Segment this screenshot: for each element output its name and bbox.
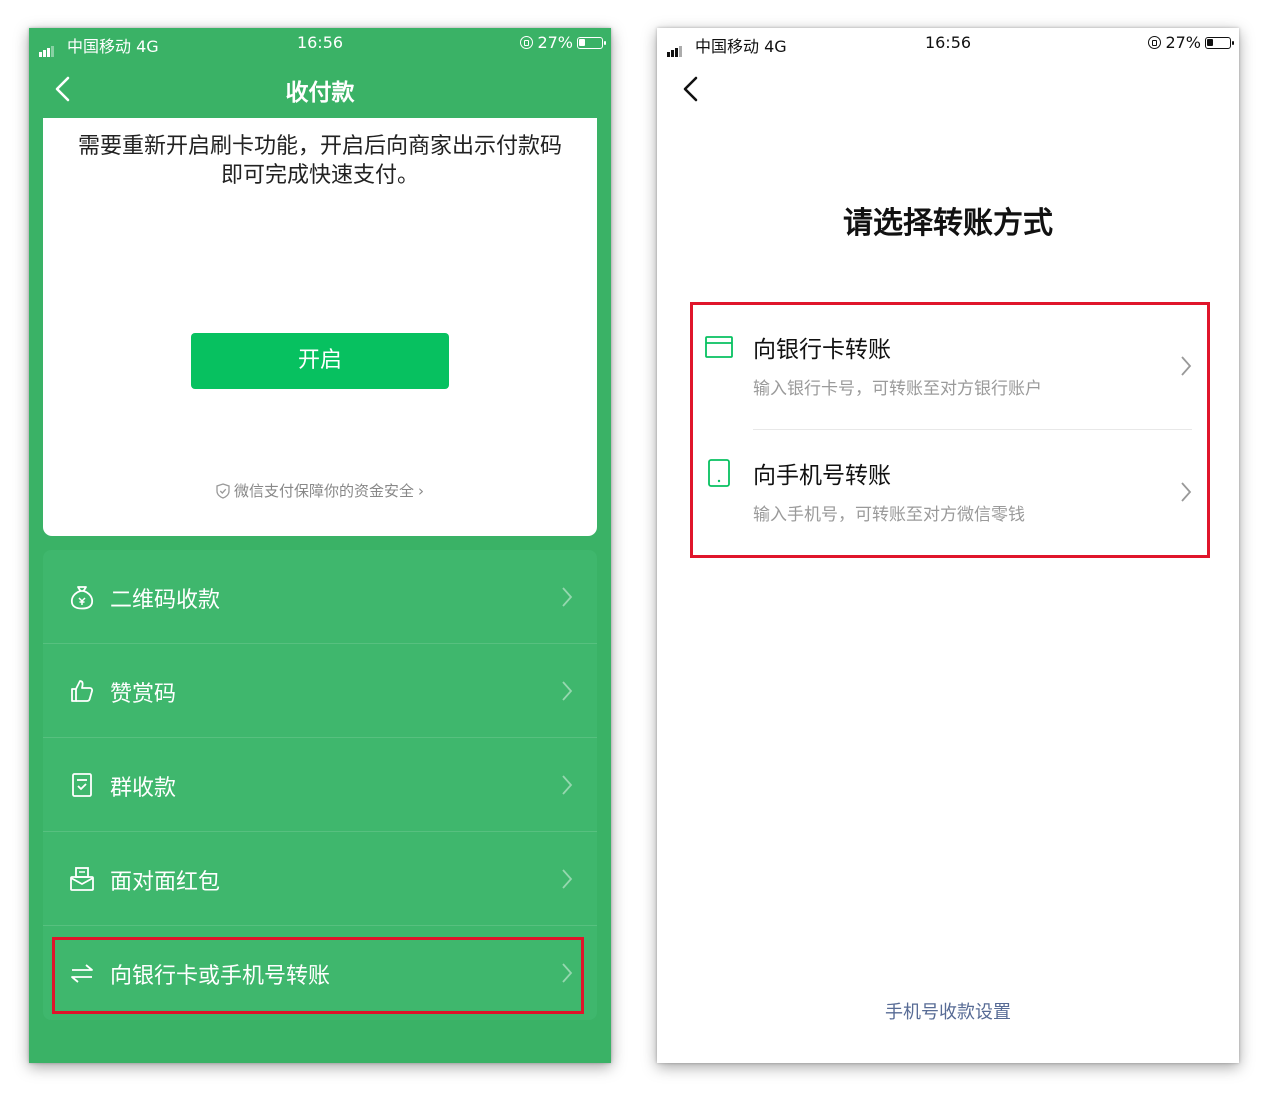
orientation-lock-icon [1148, 36, 1162, 49]
transfer-arrows-icon [71, 964, 93, 983]
page-title: 请选择转账方式 [843, 206, 1053, 241]
chevron-right-icon [1181, 482, 1192, 502]
option-title: 向银行卡转账 [753, 337, 891, 363]
battery-percent: 27% [1165, 33, 1201, 52]
back-button[interactable] [680, 76, 702, 102]
option-bank-card-transfer[interactable]: 向银行卡转账 输入银行卡号，可转账至对方银行账户 [657, 304, 1239, 429]
money-bag-icon [70, 586, 94, 610]
chevron-right-icon [1181, 356, 1192, 376]
payment-menu: 二维码收款 赞赏码 群收款 面对面红包 向银行卡或手机号转账 [43, 550, 597, 1020]
menu-item-label: 向银行卡或手机号转账 [110, 964, 331, 989]
option-description: 输入手机号，可转账至对方微信零钱 [753, 505, 1025, 525]
chevron-right-icon [562, 869, 573, 889]
payment-code-card: 需要重新开启刷卡功能，开启后向商家出示付款码即可完成快速支付。 开启 微信支付保… [43, 118, 597, 536]
option-title: 向手机号转账 [753, 463, 891, 489]
phone-receive-settings-link[interactable]: 手机号收款设置 [657, 998, 1239, 1024]
option-phone-transfer[interactable]: 向手机号转账 输入手机号，可转账至对方微信零钱 [657, 430, 1239, 555]
menu-item-label: 赞赏码 [110, 682, 177, 707]
battery-icon [577, 36, 606, 49]
nav-bar: 收付款 [29, 58, 611, 118]
group-collect-icon [72, 773, 92, 797]
right-phone-screen: 中国移动 4G 16:56 27% 请选择转账方式 向银行卡转账 输入银行卡号，… [657, 28, 1239, 1063]
menu-item-qr-collect[interactable]: 二维码收款 [43, 550, 597, 644]
orientation-lock-icon [520, 36, 534, 49]
security-note-link[interactable]: 微信支付保障你的资金安全 › [43, 480, 597, 501]
reenable-message: 需要重新开启刷卡功能，开启后向商家出示付款码即可完成快速支付。 [77, 134, 562, 188]
thumb-up-icon [71, 680, 94, 702]
chevron-right-icon [562, 681, 573, 701]
chevron-right-icon: › [418, 482, 424, 500]
battery-percent: 27% [537, 33, 573, 52]
nav-bar [657, 58, 1239, 118]
open-button[interactable]: 开启 [191, 333, 449, 389]
chevron-left-icon [683, 76, 698, 102]
red-packet-icon [70, 867, 94, 891]
chevron-right-icon [562, 963, 573, 983]
battery-icon [1205, 36, 1234, 49]
page-title: 收付款 [285, 80, 355, 106]
bank-card-icon [705, 336, 733, 358]
chevron-right-icon [562, 587, 573, 607]
menu-item-reward-code[interactable]: 赞赏码 [43, 644, 597, 738]
chevron-right-icon [562, 775, 573, 795]
menu-item-bank-or-phone-transfer[interactable]: 向银行卡或手机号转账 [43, 926, 597, 1020]
menu-item-label: 群收款 [110, 776, 177, 801]
mobile-phone-icon [708, 459, 730, 487]
menu-item-face-to-face-red-packet[interactable]: 面对面红包 [43, 832, 597, 926]
left-phone-screen: 中国移动 4G 16:56 27% 收付款 需要重新开启刷卡功能，开启后向商家出… [29, 28, 611, 1063]
option-description: 输入银行卡号，可转账至对方银行账户 [753, 379, 1042, 399]
status-bar: 中国移动 4G 16:56 27% [29, 28, 611, 58]
security-note-text: 微信支付保障你的资金安全 [233, 482, 414, 500]
menu-item-label: 面对面红包 [110, 870, 221, 895]
status-bar: 中国移动 4G 16:56 27% [657, 28, 1239, 58]
shield-icon [216, 483, 230, 499]
menu-item-label: 二维码收款 [110, 588, 221, 613]
menu-item-group-collect[interactable]: 群收款 [43, 738, 597, 832]
